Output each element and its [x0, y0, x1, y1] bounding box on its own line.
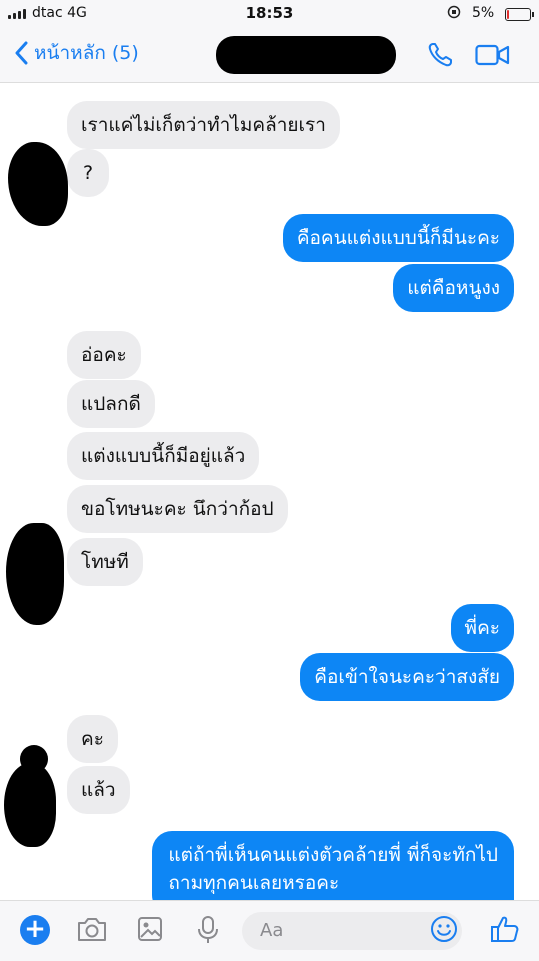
message-incoming[interactable]: ? — [67, 149, 110, 197]
message-outgoing[interactable]: คือเข้าใจนะคะว่าสงสัย — [300, 653, 514, 701]
message-incoming[interactable]: อ่อคะ — [67, 331, 141, 379]
message-incoming[interactable]: เราแค่ไม่เก็ตว่าทำไมคล้ายเรา — [67, 101, 340, 149]
message-incoming[interactable]: โทษที — [67, 538, 143, 586]
redacted-contact-name — [216, 36, 396, 74]
message-incoming[interactable]: แล้ว — [67, 766, 130, 814]
rotation-lock-icon — [447, 5, 461, 23]
message-outgoing[interactable]: พี่คะ — [450, 604, 514, 652]
message-incoming[interactable]: ขอโทษนะคะ นึกว่าก้อป — [67, 485, 288, 533]
message-input-placeholder: Aa — [260, 920, 284, 941]
video-camera-icon[interactable] — [475, 43, 511, 71]
emoji-icon[interactable] — [430, 915, 458, 947]
redacted-avatar — [6, 523, 64, 625]
message-incoming[interactable]: แต่งแบบนี้ก็มีอยู่แล้ว — [67, 432, 260, 480]
camera-icon[interactable] — [76, 915, 108, 947]
phone-icon[interactable] — [426, 41, 454, 73]
message-outgoing[interactable]: คือคนแต่งแบบนี้ก็มีนะคะ — [282, 214, 514, 262]
image-icon[interactable] — [136, 915, 164, 947]
plus-icon[interactable]: + — [20, 915, 50, 945]
microphone-icon[interactable] — [196, 915, 220, 949]
message-input[interactable]: Aa — [242, 912, 462, 950]
redacted-avatar — [4, 763, 56, 847]
message-outgoing-multiline[interactable]: แต่ถ้าพี่เห็นคนแต่งตัวคล้ายพี่ พี่ก็จะทั… — [152, 831, 514, 900]
message-list[interactable]: เราแค่ไม่เก็ตว่าทำไมคล้ายเรา ? คือคนแต่ง… — [0, 83, 539, 900]
message-incoming[interactable]: แปลกดี — [67, 380, 155, 428]
battery-percent: 5% — [472, 5, 495, 21]
redacted-avatar — [8, 142, 68, 226]
chevron-left-icon — [15, 41, 28, 65]
thumbs-up-icon[interactable] — [490, 914, 520, 948]
back-label: หน้าหลัก (5) — [34, 42, 139, 64]
back-button[interactable]: หน้าหลัก (5) — [14, 38, 139, 68]
message-outgoing[interactable]: แต่คือหนูงง — [393, 264, 514, 312]
message-line: แต่ถ้าพี่เห็นคนแต่งตัวคล้ายพี่ พี่ก็จะทั… — [168, 844, 498, 866]
battery-icon — [505, 8, 534, 21]
message-incoming[interactable]: คะ — [67, 715, 118, 763]
message-line: ถามทุกคนเลยหรอคะ — [168, 872, 340, 894]
composer-bar: + Aa — [0, 900, 539, 961]
conversation-header: หน้าหลัก (5) — [0, 28, 539, 83]
status-bar: dtac 4G 18:53 5% — [0, 0, 539, 28]
